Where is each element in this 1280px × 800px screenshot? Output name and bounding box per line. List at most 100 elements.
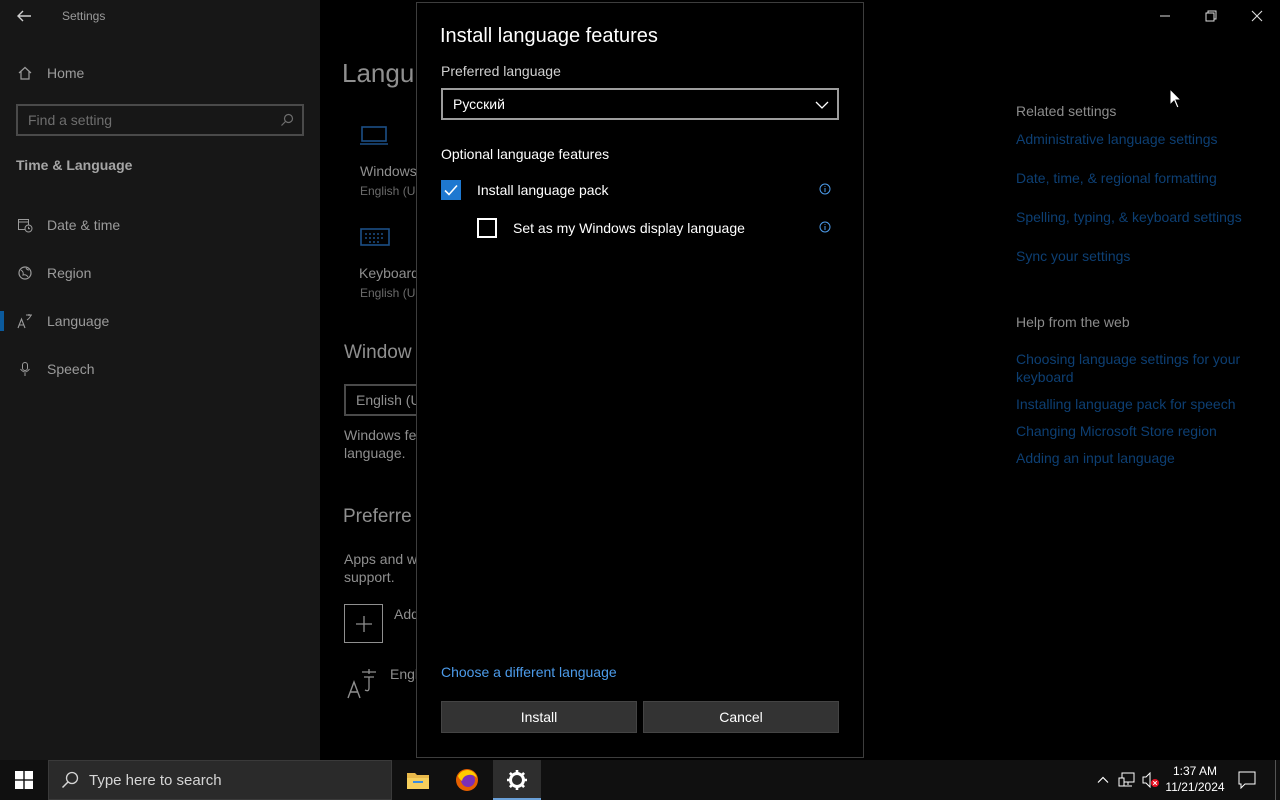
back-arrow-icon[interactable] — [14, 6, 34, 26]
start-button[interactable] — [0, 760, 48, 800]
dialog-title: Install language features — [440, 25, 658, 47]
folder-icon — [407, 773, 429, 789]
close-icon — [1251, 10, 1263, 22]
taskbar-settings[interactable] — [493, 760, 541, 800]
set-display-language-checkbox[interactable] — [477, 218, 497, 238]
chevron-up-icon — [1097, 776, 1109, 783]
windows-logo-icon — [15, 771, 33, 789]
add-language-button[interactable] — [344, 604, 383, 643]
volume-muted-icon — [1142, 772, 1159, 788]
sidebar-item-label: Date & time — [47, 217, 121, 233]
taskbar-search-box[interactable]: Type here to search — [48, 760, 392, 800]
minimize-icon — [1160, 15, 1170, 17]
apps-text-2: support. — [344, 569, 395, 585]
gear-icon — [507, 770, 527, 790]
keyboard-icon — [360, 228, 390, 246]
sidebar-item-home[interactable]: Home — [16, 62, 84, 84]
link-date-time-regional[interactable]: Date, time, & regional formatting — [1016, 169, 1217, 187]
action-center-button[interactable] — [1237, 770, 1257, 790]
home-icon — [16, 64, 34, 82]
preferred-language-value: Русский — [453, 96, 505, 112]
info-icon[interactable] — [819, 221, 831, 233]
install-language-dialog: Install language features Preferred lang… — [416, 2, 864, 758]
taskbar-clock[interactable]: 1:37 AM 11/21/2024 — [1162, 763, 1228, 795]
sidebar-item-label: Speech — [47, 361, 95, 377]
preferred-language-dropdown[interactable]: Русский — [441, 88, 839, 120]
windows-display-language-heading: Window — [344, 342, 412, 363]
search-icon[interactable] — [280, 113, 294, 130]
set-display-language-option[interactable]: Set as my Windows display language — [477, 218, 745, 238]
sidebar-item-date-time[interactable]: Date & time — [16, 214, 120, 236]
windows-features-text-1: Windows fe — [344, 427, 417, 443]
chevron-down-icon — [815, 101, 829, 109]
link-sync-settings[interactable]: Sync your settings — [1016, 247, 1130, 265]
show-hidden-icons-button[interactable] — [1093, 770, 1113, 790]
sidebar-item-label: Home — [47, 65, 85, 81]
minimize-button[interactable] — [1142, 0, 1188, 32]
install-language-pack-option[interactable]: Install language pack — [441, 180, 609, 200]
checkmark-icon — [444, 184, 458, 196]
active-indicator — [0, 311, 4, 331]
keyboard-sub: English (U — [360, 286, 416, 300]
taskbar-search-placeholder: Type here to search — [89, 771, 222, 789]
link-choosing-language[interactable]: Choosing language settings for your keyb… — [1016, 350, 1256, 386]
monitor-icon — [360, 126, 388, 145]
install-language-pack-label: Install language pack — [477, 182, 609, 198]
globe-icon — [16, 264, 34, 282]
mouse-cursor-icon — [1169, 88, 1183, 109]
notification-icon — [1238, 771, 1256, 789]
network-tray-button[interactable] — [1117, 770, 1137, 790]
install-button[interactable]: Install — [441, 701, 637, 733]
preferred-language-label: Preferred language — [441, 63, 561, 79]
sidebar-item-region[interactable]: Region — [16, 262, 91, 284]
window-title: Settings — [62, 9, 106, 23]
set-display-language-label: Set as my Windows display language — [513, 220, 745, 236]
microphone-icon — [16, 360, 34, 378]
keyboard-label[interactable]: Keyboard — [359, 265, 419, 281]
english-language-item[interactable]: Engl — [390, 666, 418, 682]
search-placeholder: Find a setting — [28, 112, 113, 128]
sidebar: Settings Home Find a setting Time & Lang… — [0, 0, 320, 760]
sidebar-section-heading: Time & Language — [16, 157, 133, 173]
volume-tray-button[interactable] — [1141, 770, 1161, 790]
taskbar: Type here to search 1:37 AM 11/21/2024 — [0, 760, 1280, 800]
link-spelling-typing[interactable]: Spelling, typing, & keyboard settings — [1016, 208, 1242, 226]
search-icon — [61, 771, 79, 789]
sidebar-item-label: Language — [47, 313, 110, 329]
windows-features-text-2: language. — [344, 445, 406, 461]
cancel-button[interactable]: Cancel — [643, 701, 839, 733]
windows-display-label[interactable]: Windows — [360, 163, 417, 179]
close-button[interactable] — [1234, 0, 1280, 32]
calendar-clock-icon — [16, 216, 34, 234]
clock-date: 11/21/2024 — [1165, 780, 1225, 794]
related-settings-heading: Related settings — [1016, 103, 1117, 119]
link-installing-language-pack[interactable]: Installing language pack for speech — [1016, 395, 1235, 413]
language-icon — [16, 312, 34, 330]
install-language-pack-checkbox[interactable] — [441, 180, 461, 200]
restore-icon — [1205, 10, 1217, 22]
optional-features-label: Optional language features — [441, 146, 610, 162]
windows-language-dropdown[interactable]: English (U — [344, 384, 424, 416]
taskbar-file-explorer[interactable] — [394, 760, 442, 800]
windows-language-value: English (U — [356, 392, 421, 408]
sidebar-item-language[interactable]: Language — [16, 310, 109, 332]
choose-different-language-link[interactable]: Choose a different language — [441, 664, 617, 680]
firefox-icon — [456, 769, 478, 791]
language-glyph-icon — [347, 669, 376, 699]
sidebar-item-speech[interactable]: Speech — [16, 358, 94, 380]
page-title: Langu — [342, 58, 415, 88]
help-heading: Help from the web — [1016, 314, 1130, 330]
windows-display-sub: English (U — [360, 184, 416, 198]
clock-time: 1:37 AM — [1172, 764, 1218, 778]
link-changing-store-region[interactable]: Changing Microsoft Store region — [1016, 422, 1217, 440]
preferred-languages-heading: Preferre — [343, 506, 412, 527]
sidebar-item-label: Region — [47, 265, 92, 281]
link-adding-input-language[interactable]: Adding an input language — [1016, 449, 1175, 467]
info-icon[interactable] — [819, 183, 831, 195]
link-admin-language[interactable]: Administrative language settings — [1016, 130, 1218, 148]
network-icon — [1118, 772, 1135, 787]
show-desktop-button[interactable] — [1275, 760, 1276, 800]
restore-button[interactable] — [1188, 0, 1234, 32]
settings-search-input[interactable]: Find a setting — [16, 104, 304, 136]
taskbar-firefox[interactable] — [443, 760, 491, 800]
